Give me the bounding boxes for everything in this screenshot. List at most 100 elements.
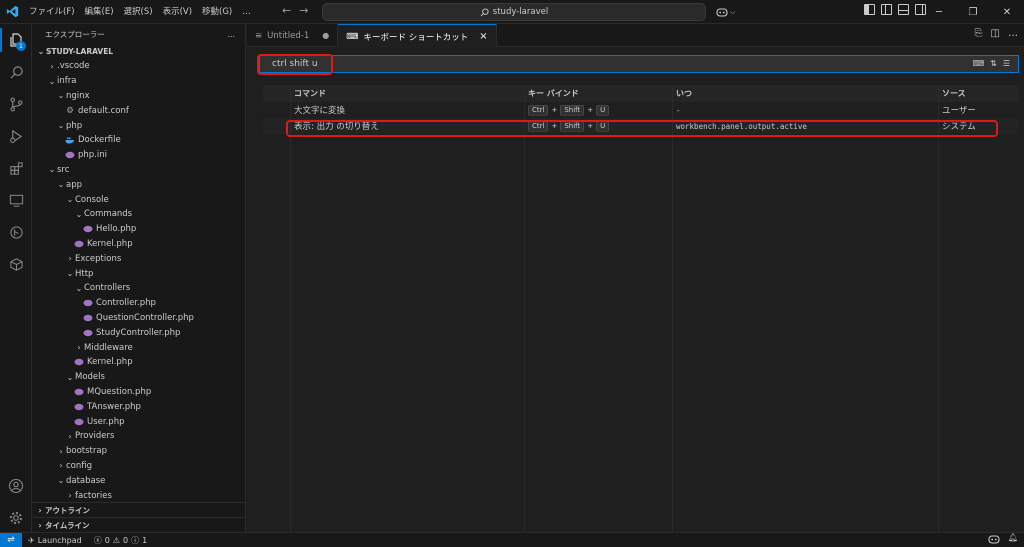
docker-icon <box>65 135 75 145</box>
clear-filter-icon[interactable]: ☰ <box>1003 59 1010 68</box>
toggle-panel-icon[interactable] <box>898 4 909 15</box>
tree-file[interactable]: php.ini <box>32 148 245 163</box>
forward-arrow-icon[interactable]: → <box>299 4 308 17</box>
tree-item-label: MQuestion.php <box>87 386 152 397</box>
chevron-down-icon: ⌄ <box>66 195 74 205</box>
command-center[interactable]: study-laravel <box>322 3 706 21</box>
tree-folder[interactable]: ⌄ Controllers <box>32 281 245 296</box>
problems-item[interactable]: ⓧ 0 ⚠ 0 ⓘ 1 <box>88 535 153 546</box>
source-cell: ユーザー <box>942 106 976 116</box>
menu-go[interactable]: 移動(G) <box>197 0 237 24</box>
explorer-icon[interactable]: 1 <box>0 24 32 56</box>
outline-section[interactable]: › アウトライン <box>32 502 246 517</box>
keybinding-search-input[interactable]: ctrl shift u ⌨ ⇅ ☰ <box>259 55 1019 73</box>
tree-folder[interactable]: ⌄ nginx <box>32 89 245 104</box>
tree-folder[interactable]: ⌄ infra <box>32 74 245 89</box>
chevron-down-icon: ⌄ <box>75 209 83 219</box>
toggle-sidebar-layout-icon[interactable] <box>881 4 892 15</box>
record-keys-icon[interactable]: ⌨ <box>973 59 985 68</box>
tree-file[interactable]: ⚙ default.conf <box>32 103 245 118</box>
containers-icon[interactable] <box>0 248 32 280</box>
copilot-menu[interactable]: ⌵ <box>716 4 740 20</box>
git-graph-icon[interactable] <box>0 216 32 248</box>
tree-folder[interactable]: ⌄ app <box>32 177 245 192</box>
keybindings-table: コマンド キー バインド いつ ソース 大文字に変換 Ctrl + Shift + U - ユ… <box>263 85 1019 532</box>
tree-folder[interactable]: › config <box>32 459 245 474</box>
close-tab-icon[interactable]: × <box>479 31 487 42</box>
tree-folder[interactable]: ⌄ php <box>32 118 245 133</box>
tree-folder[interactable]: ⌄ Models <box>32 370 245 385</box>
source-control-icon[interactable] <box>0 88 32 120</box>
menu-file[interactable]: ファイル(F) <box>24 0 80 24</box>
command-cell: 大文字に変換 <box>294 106 346 116</box>
keybinding-row[interactable]: 大文字に変換 Ctrl + Shift + U - ユーザー <box>263 102 1019 118</box>
tree-folder[interactable]: › Middleware <box>32 340 245 355</box>
tree-folder[interactable]: › factories <box>32 488 245 503</box>
tree-file[interactable]: Dockerfile <box>32 133 245 148</box>
search-view-icon[interactable] <box>0 56 32 88</box>
timeline-section[interactable]: › タイムライン <box>32 517 246 532</box>
file-lines-icon: ≡ <box>255 30 263 41</box>
toggle-primary-sidebar-icon[interactable] <box>864 4 875 15</box>
accounts-icon[interactable] <box>0 470 32 502</box>
tree-folder[interactable]: ⌄ src <box>32 163 245 178</box>
tree-file[interactable]: StudyController.php <box>32 325 245 340</box>
tree-folder[interactable]: ⌄ Commands <box>32 207 245 222</box>
workspace-root[interactable]: ⌄ STUDY-LARAVEL <box>32 44 245 59</box>
menu-view[interactable]: 表示(V) <box>158 0 197 24</box>
dirty-dot-icon[interactable]: ● <box>322 31 329 40</box>
tree-file[interactable]: User.php <box>32 414 245 429</box>
tab-keyboard-shortcuts[interactable]: ⌨ キーボード ショートカット × <box>338 24 497 48</box>
tree-file[interactable]: QuestionController.php <box>32 311 245 326</box>
activity-bar: 1 <box>0 24 32 532</box>
workspace-root-label: STUDY-LARAVEL <box>46 47 114 56</box>
split-editor-icon[interactable]: ◫ <box>991 28 1000 39</box>
sort-by-precedence-icon[interactable]: ⇅ <box>990 59 997 68</box>
more-actions-icon[interactable]: … <box>1008 28 1018 39</box>
header-when[interactable]: いつ <box>672 88 938 99</box>
tree-folder[interactable]: › bootstrap <box>32 444 245 459</box>
tree-file[interactable]: TAnswer.php <box>32 399 245 414</box>
menu-more[interactable]: … <box>237 0 256 24</box>
menu-selection[interactable]: 選択(S) <box>119 0 158 24</box>
launchpad-item[interactable]: ✈ Launchpad <box>22 536 88 545</box>
run-debug-icon[interactable] <box>0 120 32 152</box>
tree-file[interactable]: Kernel.php <box>32 237 245 252</box>
table-header: コマンド キー バインド いつ ソース <box>263 85 1019 102</box>
tree-folder[interactable]: ⌄ Http <box>32 266 245 281</box>
tree-folder[interactable]: › .vscode <box>32 59 245 74</box>
tree-item-label: TAnswer.php <box>87 401 141 412</box>
tab-untitled-1[interactable]: ≡ Untitled-1 ● <box>247 24 339 47</box>
tree-item-label: Kernel.php <box>87 238 133 249</box>
explorer-more-icon[interactable]: … <box>228 30 236 39</box>
explorer-badge: 1 <box>16 41 26 51</box>
tree-folder[interactable]: › Exceptions <box>32 251 245 266</box>
open-keybindings-json-icon[interactable]: ⎘ <box>975 28 983 39</box>
back-arrow-icon[interactable]: ← <box>282 4 291 17</box>
copilot-status-icon[interactable] <box>988 534 1000 547</box>
tree-folder[interactable]: › Providers <box>32 429 245 444</box>
header-source[interactable]: ソース <box>938 88 1019 99</box>
tree-file[interactable]: MQuestion.php <box>32 385 245 400</box>
restore-icon[interactable]: ❐ <box>956 0 990 24</box>
tree-folder[interactable]: ⌄ Console <box>32 192 245 207</box>
notifications-bell-icon[interactable]: 🔔︎ <box>1008 533 1018 542</box>
manage-gear-icon[interactable] <box>0 502 32 534</box>
menu-bar: ファイル(F) 編集(E) 選択(S) 表示(V) 移動(G) … <box>24 0 256 24</box>
tree-file[interactable]: Controller.php <box>32 296 245 311</box>
tree-item-label: Commands <box>84 209 133 220</box>
menu-edit[interactable]: 編集(E) <box>80 0 119 24</box>
tree-file[interactable]: Hello.php <box>32 222 245 237</box>
remote-indicator-icon[interactable]: ⇌ <box>0 532 22 547</box>
close-window-icon[interactable]: ✕ <box>990 0 1024 24</box>
extensions-icon[interactable] <box>0 152 32 184</box>
header-keybinding[interactable]: キー バインド <box>524 88 672 99</box>
php-elephant-icon <box>83 224 93 234</box>
remote-explorer-icon[interactable] <box>0 184 32 216</box>
tree-file[interactable]: Kernel.php <box>32 355 245 370</box>
header-command[interactable]: コマンド <box>290 88 524 99</box>
tab-label: Untitled-1 <box>267 30 310 41</box>
chevron-down-icon: ⌄ <box>48 165 56 175</box>
tree-folder[interactable]: ⌄ database <box>32 473 245 488</box>
minimize-icon[interactable]: ─ <box>922 0 956 24</box>
